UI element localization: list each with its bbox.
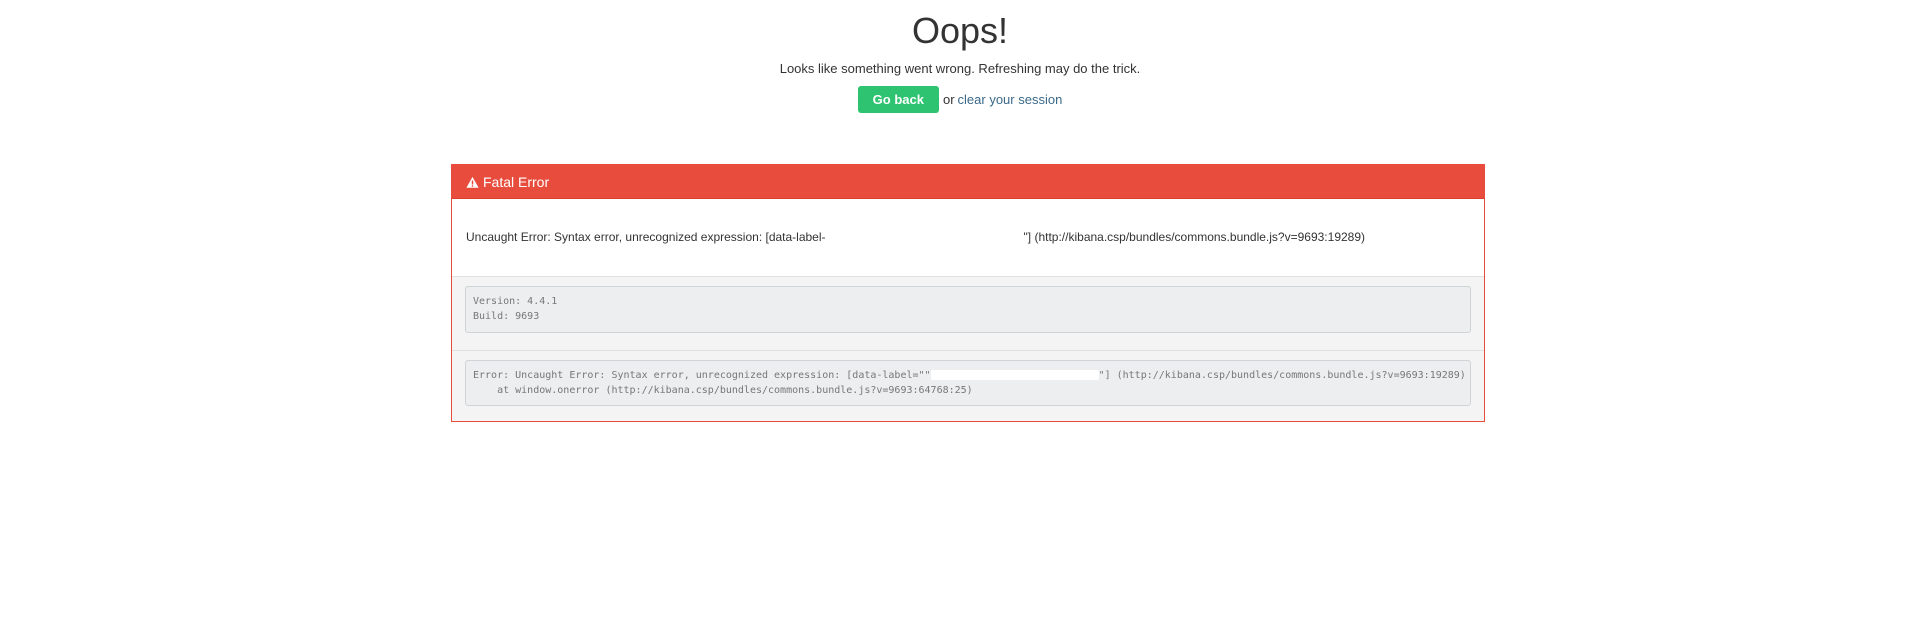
redacted-region (826, 231, 1024, 241)
stack-trace-section: Error: Uncaught Error: Syntax error, unr… (452, 351, 1484, 421)
stack-line-1-start: Error: Uncaught Error: Syntax error, unr… (473, 370, 931, 381)
error-message-end: "] (http://kibana.csp/bundles/commons.bu… (1023, 230, 1366, 244)
stack-line-2: at window.onerror (http://kibana.csp/bun… (473, 385, 973, 396)
clear-session-link[interactable]: clear your session (958, 92, 1063, 107)
page-subtitle: Looks like something went wrong. Refresh… (779, 61, 1141, 76)
go-back-button[interactable]: Go back (857, 86, 939, 114)
version-info-box: Version: 4.4.1 Build: 9693 (465, 286, 1471, 333)
stack-line-1-end: "] (http://kibana.csp/bundles/commons.bu… (1098, 370, 1466, 381)
recovery-actions: Go back or clear your session (0, 85, 1920, 114)
version-section: Version: 4.4.1 Build: 9693 (452, 277, 1484, 351)
error-message-start: Uncaught Error: Syntax error, unrecogniz… (466, 230, 826, 244)
fatal-error-panel: Fatal Error Uncaught Error: Syntax error… (451, 164, 1485, 422)
fatal-error-title: Fatal Error (483, 174, 550, 190)
stack-trace-box: Error: Uncaught Error: Syntax error, unr… (465, 360, 1471, 406)
error-summary: Oops! Looks like something went wrong. R… (0, 0, 1920, 114)
fatal-error-header: Fatal Error (452, 165, 1484, 199)
error-message: Uncaught Error: Syntax error, unrecogniz… (452, 199, 1484, 277)
error-page: Oops! Looks like something went wrong. R… (0, 0, 1920, 620)
redacted-region (930, 370, 1099, 380)
or-text: or (942, 92, 955, 108)
warning-triangle-icon (466, 176, 479, 188)
build-line: Build: 9693 (473, 311, 540, 322)
page-title: Oops! (911, 10, 1009, 51)
version-line: Version: 4.4.1 (473, 296, 558, 307)
